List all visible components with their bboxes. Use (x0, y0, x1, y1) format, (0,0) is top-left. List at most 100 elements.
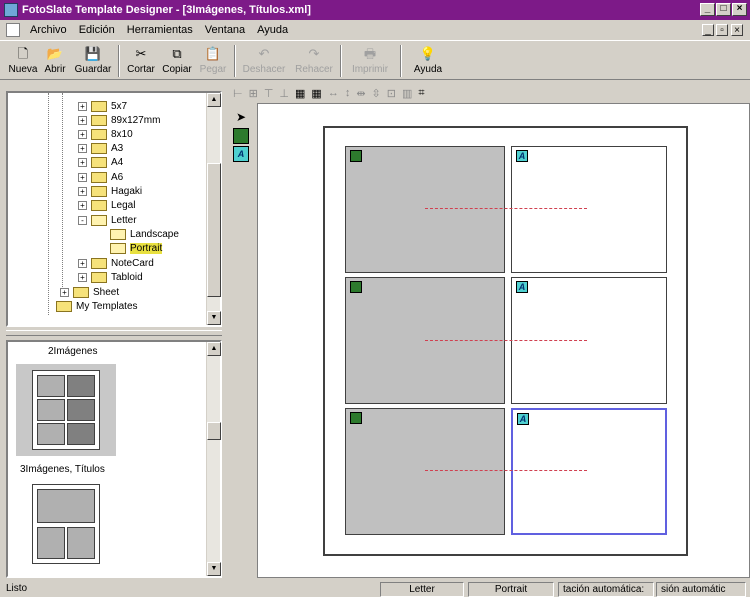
expand-icon[interactable]: + (78, 115, 87, 125)
print-button[interactable]: 🖶 Imprimir (348, 44, 392, 78)
expand-icon[interactable]: + (78, 129, 87, 139)
tree-node-landscape[interactable]: Landscape (110, 227, 179, 241)
new-button[interactable]: 🗋 Nueva (6, 44, 40, 78)
tree-node-portrait[interactable]: Portrait (110, 241, 163, 255)
align-top-icon[interactable]: ⊤ (264, 87, 274, 100)
thumbnail-3images-titles[interactable] (16, 364, 116, 456)
folder-icon (91, 271, 107, 283)
panel-splitter[interactable] (6, 330, 222, 336)
collapse-icon[interactable]: - (78, 215, 87, 225)
bounds-icon[interactable]: ⌗ (418, 87, 424, 100)
thumbnail-cell (67, 399, 95, 421)
tree-scrollbar[interactable]: ▲ ▼ (206, 93, 221, 325)
scroll-thumb[interactable] (207, 163, 221, 297)
center-page-icon[interactable]: ⊡ (387, 87, 396, 100)
template-tree[interactable]: + 5x7 + 89x127mm + 8x10 + A3 + A4 + A6 +… (6, 91, 222, 327)
pointer-arrow-icon[interactable]: ➤ (233, 110, 249, 126)
tree-label: Sheet (93, 286, 120, 298)
grid-icon[interactable]: ▦ (295, 87, 305, 100)
minimize-button[interactable]: _ (700, 3, 715, 16)
menu-ventana[interactable]: Ventana (199, 24, 251, 36)
scroll-down-button[interactable]: ▼ (207, 311, 221, 325)
open-button[interactable]: 📂 Abrir (40, 44, 70, 78)
help-button[interactable]: 💡 Ayuda (408, 44, 448, 78)
expand-icon[interactable]: + (78, 143, 87, 153)
expand-icon[interactable]: + (78, 258, 87, 268)
expand-icon[interactable]: + (60, 287, 69, 297)
tree-node-5x7[interactable]: + 5x7 (78, 99, 127, 113)
copy-label: Copiar (162, 64, 192, 75)
tree-node-letter[interactable]: - Letter (78, 213, 137, 227)
document-icon[interactable] (6, 23, 20, 37)
save-button[interactable]: 💾 Guardar (72, 44, 114, 78)
toolbar-separator (400, 45, 402, 77)
cut-button[interactable]: ✂ Cortar (124, 44, 158, 78)
tree-node-my-templates[interactable]: My Templates (56, 299, 138, 313)
align-bottom-icon[interactable]: ⊥ (279, 87, 289, 100)
mdi-close-button[interactable]: × (731, 24, 743, 36)
menu-herramientas[interactable]: Herramientas (121, 24, 199, 36)
same-height-icon[interactable]: ↕ (345, 87, 351, 99)
image-placeholder-1[interactable] (345, 146, 505, 273)
tree-node-legal[interactable]: + Legal (78, 198, 135, 212)
restore-button[interactable]: □ (716, 3, 731, 16)
tree-node-a3[interactable]: + A3 (78, 141, 123, 155)
paste-icon: 📋 (204, 46, 222, 61)
tree-node-a4[interactable]: + A4 (78, 155, 123, 169)
undo-button[interactable]: ↶ Deshacer (240, 44, 288, 78)
app-icon[interactable] (4, 3, 18, 17)
thumbnail-label: 2Imágenes (48, 346, 98, 357)
menu-bar: Archivo Edición Herramientas Ventana Ayu… (0, 20, 750, 40)
space-horizontal-icon[interactable]: ⇹ (356, 87, 365, 100)
align-left-icon[interactable]: ⊢ (233, 87, 243, 100)
expand-icon[interactable]: + (78, 272, 87, 282)
tree-node-tabloid[interactable]: + Tabloid (78, 270, 143, 284)
thumbnail-next[interactable] (32, 484, 100, 564)
tree-node-sheet[interactable]: + Sheet (60, 285, 119, 299)
thumbnails-scrollbar[interactable]: ▲ ▼ (206, 342, 221, 576)
menu-edicion[interactable]: Edición (73, 24, 121, 36)
tree-label: Legal (111, 199, 136, 211)
thumbnail-cell (37, 375, 65, 397)
text-placeholder-3-selected[interactable]: A (511, 408, 667, 535)
scroll-down-button[interactable]: ▼ (207, 562, 221, 576)
mdi-restore-button[interactable]: ▫ (716, 24, 728, 36)
center-guide-line (425, 470, 587, 471)
copy-button[interactable]: ⧉ Copiar (160, 44, 194, 78)
menu-archivo[interactable]: Archivo (24, 24, 73, 36)
expand-icon[interactable]: + (78, 200, 87, 210)
menu-ayuda[interactable]: Ayuda (251, 24, 294, 36)
close-button[interactable]: × (732, 3, 747, 16)
tree-node-a6[interactable]: + A6 (78, 170, 123, 184)
image-placeholder-icon[interactable] (233, 128, 249, 144)
expand-icon[interactable]: + (78, 101, 87, 111)
grid-snap-icon[interactable]: ▦ (311, 87, 321, 100)
folder-icon (73, 286, 89, 298)
scroll-thumb[interactable] (207, 422, 221, 440)
scroll-up-button[interactable]: ▲ (207, 93, 221, 107)
same-width-icon[interactable]: ↔ (328, 87, 339, 99)
expand-icon[interactable]: + (78, 186, 87, 196)
text-placeholder-icon[interactable]: A (233, 146, 249, 162)
tree-node-hagaki[interactable]: + Hagaki (78, 184, 142, 198)
align-center-icon[interactable]: ⊞ (249, 87, 258, 100)
tree-node-89x127mm[interactable]: + 89x127mm (78, 113, 160, 127)
redo-button[interactable]: ↷ Rehacer (292, 44, 336, 78)
design-canvas[interactable]: A A A (257, 103, 750, 578)
image-placeholder-3[interactable] (345, 408, 505, 535)
thumbnail-cell (37, 423, 65, 445)
expand-icon[interactable]: + (78, 172, 87, 182)
tree-node-notecard[interactable]: + NoteCard (78, 256, 154, 270)
text-placeholder-1[interactable]: A (511, 146, 667, 273)
tree-node-8x10[interactable]: + 8x10 (78, 127, 133, 141)
mdi-minimize-button[interactable]: _ (702, 24, 714, 36)
space-vertical-icon[interactable]: ⇳ (372, 87, 381, 100)
folder-icon (91, 142, 107, 154)
scroll-up-button[interactable]: ▲ (207, 342, 221, 356)
distribute-icon[interactable]: ▥ (402, 87, 412, 100)
tree-label: Letter (111, 214, 137, 226)
template-thumbnails[interactable]: 2Imágenes 3Imágenes, Títulos ▲ ▼ (6, 340, 222, 578)
expand-icon[interactable]: + (78, 157, 87, 167)
paste-button[interactable]: 📋 Pegar (196, 44, 230, 78)
title-bar: FotoSlate Template Designer - [3Imágenes… (0, 0, 750, 20)
